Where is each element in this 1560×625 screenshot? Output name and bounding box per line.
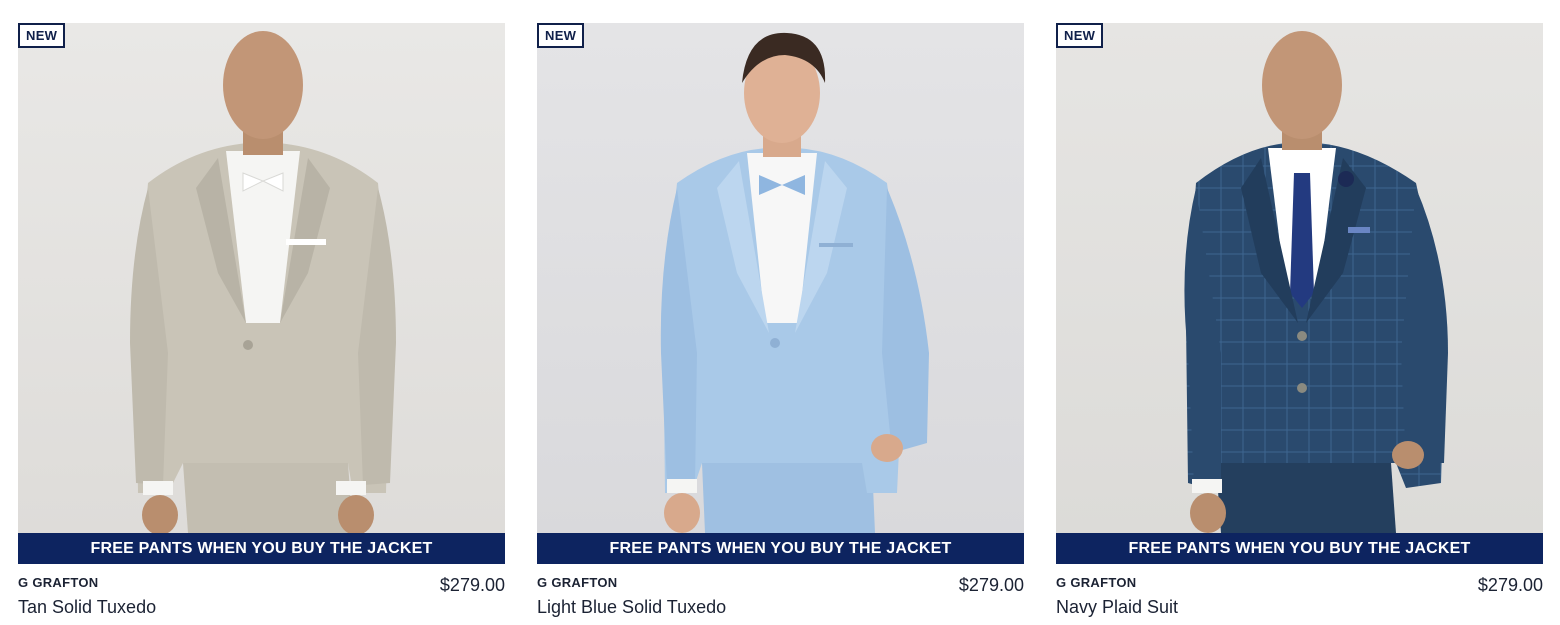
- product-name-link[interactable]: Light Blue Solid Tuxedo: [537, 597, 726, 618]
- product-info: G GRAFTON $279.00 Navy Plaid Suit: [1056, 564, 1543, 619]
- product-image[interactable]: NEW: [1056, 23, 1543, 533]
- new-badge: NEW: [537, 23, 585, 48]
- promo-banner: FREE PANTS WHEN YOU BUY THE JACKET: [18, 533, 505, 564]
- product-image[interactable]: NEW: [18, 23, 505, 533]
- product-card[interactable]: NEW FREE PANTS WHEN YOU BUY THE JACKET G…: [537, 23, 1024, 619]
- promo-banner: FREE PANTS WHEN YOU BUY THE JACKET: [1056, 533, 1543, 564]
- product-brand: G GRAFTON: [18, 575, 99, 590]
- product-info: G GRAFTON $279.00 Tan Solid Tuxedo: [18, 564, 505, 619]
- new-badge: NEW: [1056, 23, 1104, 48]
- product-brand: G GRAFTON: [537, 575, 618, 590]
- product-grid: NEW FREE PANTS WHEN YOU BUY THE JACKET G…: [0, 0, 1560, 625]
- product-info: G GRAFTON $279.00 Light Blue Solid Tuxed…: [537, 564, 1024, 619]
- promo-banner: FREE PANTS WHEN YOU BUY THE JACKET: [537, 533, 1024, 564]
- model-photo: [1184, 31, 1448, 533]
- product-price: $279.00: [439, 575, 505, 595]
- product-name-link[interactable]: Navy Plaid Suit: [1056, 597, 1178, 618]
- model-photo: [660, 32, 929, 533]
- product-brand: G GRAFTON: [1056, 575, 1137, 590]
- product-card[interactable]: NEW FREE PANTS WHEN YOU BUY THE JACKET G…: [1056, 23, 1543, 619]
- product-image[interactable]: NEW: [537, 23, 1024, 533]
- product-card[interactable]: NEW FREE PANTS WHEN YOU BUY THE JACKET G…: [18, 23, 505, 619]
- new-badge: NEW: [18, 23, 66, 48]
- product-price: $279.00: [958, 575, 1024, 595]
- product-name-link[interactable]: Tan Solid Tuxedo: [18, 597, 156, 618]
- model-photo: [130, 31, 396, 533]
- product-price: $279.00: [1477, 575, 1543, 595]
